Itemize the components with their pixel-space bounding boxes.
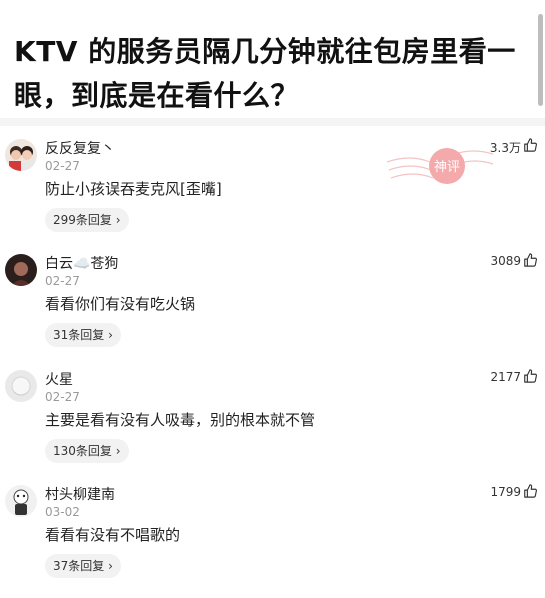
comment-item: 白云☁️苍狗 02-27 看看你们有没有吃火锅 31条回复 › 3089 bbox=[0, 252, 545, 367]
user-avatar[interactable] bbox=[5, 139, 37, 171]
replies-button[interactable]: 37条回复 › bbox=[45, 554, 121, 578]
user-avatar[interactable] bbox=[5, 370, 37, 402]
replies-button[interactable]: 130条回复 › bbox=[45, 439, 129, 463]
comment-item: 反反复复丶 02-27 防止小孩误吞麦克风[歪嘴] 299条回复 › 3.3万 bbox=[0, 137, 545, 252]
comment-author[interactable]: 白云☁️苍狗 bbox=[45, 253, 118, 273]
comment-text: 防止小孩误吞麦克风[歪嘴] bbox=[45, 180, 222, 198]
like-count: 2177 bbox=[490, 370, 521, 384]
comment-item: 火星 02-27 主要是看有没有人吸毒，别的根本就不管 130条回复 › 217… bbox=[0, 368, 545, 483]
user-avatar[interactable] bbox=[5, 254, 37, 286]
comment-author[interactable]: 火星 bbox=[45, 369, 73, 389]
comment-author[interactable]: 村头柳建南 bbox=[45, 484, 115, 504]
thumbs-up-icon[interactable] bbox=[523, 138, 537, 152]
section-divider bbox=[0, 118, 545, 126]
like-count: 3089 bbox=[490, 254, 521, 268]
comment-text: 看看有没有不唱歌的 bbox=[45, 526, 181, 544]
like-count: 1799 bbox=[490, 485, 521, 499]
comment-date: 02-27 bbox=[45, 159, 80, 173]
thumbs-up-icon[interactable] bbox=[523, 484, 537, 498]
post-title: KTV 的服务员隔几分钟就往包房里看一眼，到底是在看什么？ bbox=[14, 35, 516, 112]
comment-text: 看看你们有没有吃火锅 bbox=[45, 295, 196, 313]
replies-button[interactable]: 299条回复 › bbox=[45, 208, 129, 232]
thumbs-up-icon[interactable] bbox=[523, 253, 537, 267]
comment-author[interactable]: 反反复复丶 bbox=[45, 138, 115, 158]
thumbs-up-icon[interactable] bbox=[523, 369, 537, 383]
comment-text: 主要是看有没有人吸毒，别的根本就不管 bbox=[45, 411, 316, 429]
comment-date: 02-27 bbox=[45, 390, 80, 404]
replies-button[interactable]: 31条回复 › bbox=[45, 323, 121, 347]
comment-item: 村头柳建南 03-02 看看有没有不唱歌的 37条回复 › 1799 bbox=[0, 483, 545, 598]
like-count: 3.3万 bbox=[489, 141, 521, 155]
comment-date: 02-27 bbox=[45, 274, 80, 288]
scrollbar[interactable] bbox=[538, 14, 543, 106]
comment-date: 03-02 bbox=[45, 505, 80, 519]
user-avatar[interactable] bbox=[5, 485, 37, 517]
